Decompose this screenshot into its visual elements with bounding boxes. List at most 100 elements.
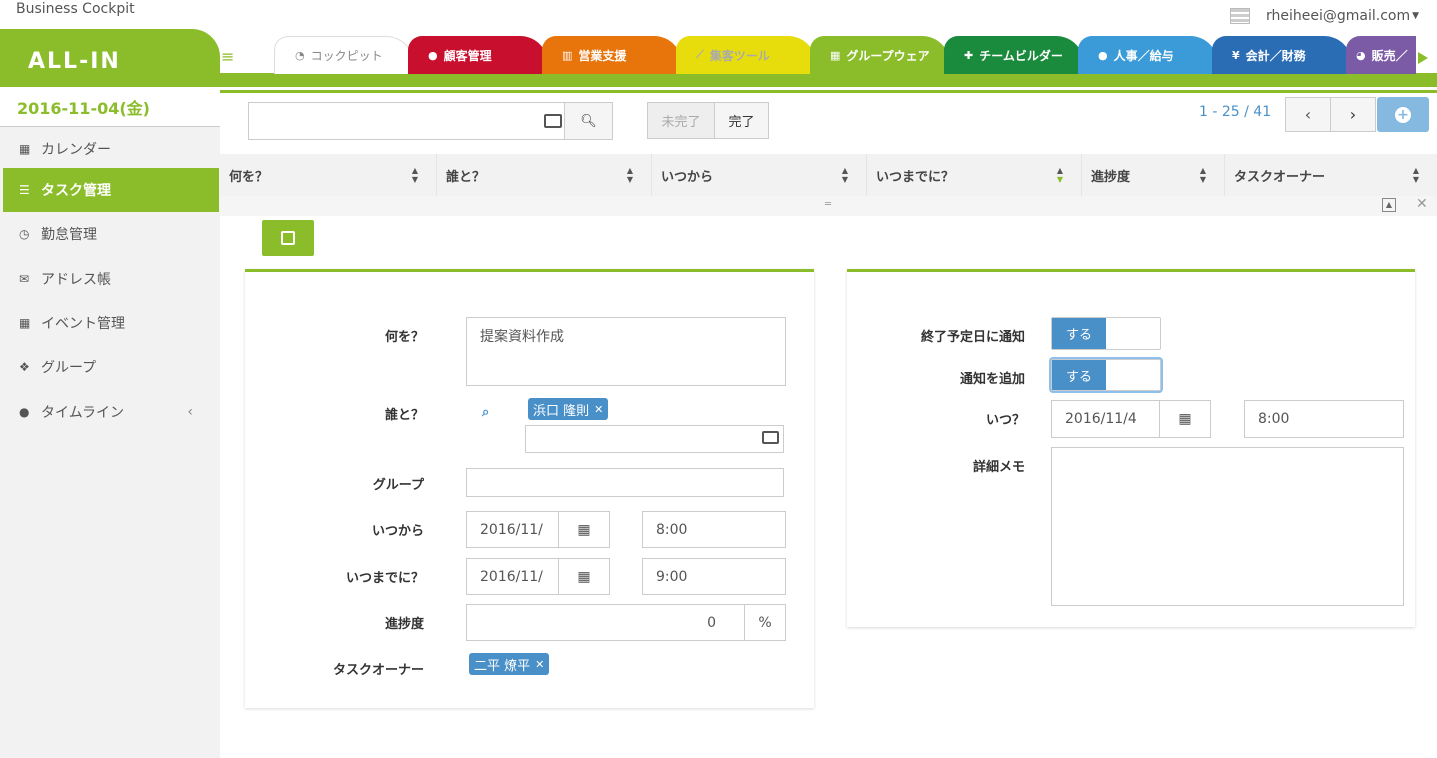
user-email: rheiheei@gmail.com xyxy=(1266,8,1411,24)
participant-tag[interactable]: 浜口 隆則 ✕ xyxy=(528,398,609,420)
filter-incomplete-button[interactable]: 未完了 xyxy=(647,102,715,139)
add-notify-label: 通知を追加 xyxy=(959,372,1025,387)
memo-label: 詳細メモ xyxy=(972,460,1025,475)
line-chart-icon: ⟋ xyxy=(696,48,704,61)
search-button[interactable]: 🔍︎ xyxy=(564,102,613,140)
filter-complete-button[interactable]: 完了 xyxy=(714,102,769,139)
tab-hr[interactable]: ● 人事／給与 xyxy=(1078,36,1218,74)
sort-icon[interactable]: ▲ ▼ xyxy=(1200,166,1206,184)
owner-tag[interactable]: 二平 燎平 ✕ xyxy=(469,653,550,675)
column-header[interactable]: いつから ▲ ▼ xyxy=(652,154,867,196)
search-input[interactable] xyxy=(248,102,565,140)
hamburger-icon[interactable]: ≡ xyxy=(221,47,234,66)
id-card-icon[interactable] xyxy=(762,431,779,444)
calendar-icon: ▦ xyxy=(19,142,31,156)
from-date-calendar-button[interactable]: ▦ xyxy=(558,511,610,548)
calendar-icon: ▦ xyxy=(577,521,591,538)
add-notify-toggle[interactable]: する xyxy=(1051,359,1161,391)
logo[interactable]: ALL-IN xyxy=(0,29,220,87)
pie-icon: ◕ xyxy=(1356,48,1366,62)
calendar-icon: ▦ xyxy=(19,316,31,330)
bar-chart-icon: ▥ xyxy=(562,48,573,62)
id-card-icon[interactable] xyxy=(544,114,562,128)
sidebar: ▦ カレンダー ☰ タスク管理 ◷ 勤怠管理 ✉ アドレス帳 ▦ イベント管理 ❖ グループ… xyxy=(0,127,220,758)
grid-header: 何を？ ▲ ▼ 誰と？ ▲ ▼ いつから ▲ ▼ いつまでに？ ▲ ▼ 進捗度 ▲ ▼ タスクオーナ… xyxy=(220,154,1437,196)
current-date: 2016-11-04(金) xyxy=(17,99,150,118)
search-icon: 🔍︎ xyxy=(580,113,597,129)
progress-label: 進捗度 xyxy=(384,617,424,632)
remove-icon[interactable]: ✕ xyxy=(594,403,603,416)
sidebar-item-addressbook[interactable]: ✉ アドレス帳 xyxy=(3,257,219,301)
memo-textarea[interactable] xyxy=(1051,447,1404,606)
group-input[interactable] xyxy=(466,468,784,497)
pager-info: 1 - 25 / 41 xyxy=(1199,104,1272,120)
sort-icon[interactable]: ▲ ▼ xyxy=(412,166,418,184)
tab-customer[interactable]: ● 顧客管理 xyxy=(408,36,548,74)
from-date-input[interactable]: 2016/11/ xyxy=(466,511,559,548)
grid-icon[interactable] xyxy=(1230,8,1250,24)
when-date-input[interactable]: 2016/11/4 xyxy=(1051,400,1160,438)
calendar-icon: ▦ xyxy=(577,568,591,585)
save-button[interactable] xyxy=(262,220,314,256)
clock-icon: ◷ xyxy=(19,227,30,241)
column-header[interactable]: 誰と？ ▲ ▼ xyxy=(437,154,652,196)
tab-sales[interactable]: ▥ 営業支援 xyxy=(542,36,682,74)
column-header[interactable]: タスクオーナー ▲ ▼ xyxy=(1225,154,1437,196)
prev-page-button[interactable]: ‹ xyxy=(1285,97,1331,132)
end-notify-toggle[interactable]: する xyxy=(1051,317,1161,350)
sidebar-item-timeline[interactable]: ● タイムライン ‹ xyxy=(3,390,219,434)
remove-icon[interactable]: ✕ xyxy=(535,658,544,671)
column-header[interactable]: いつまでに？ ▲ ▼ xyxy=(867,154,1082,196)
next-page-button[interactable]: › xyxy=(1330,97,1376,132)
gauge-icon: ◔ xyxy=(295,49,305,62)
comments-icon: ● xyxy=(19,405,30,419)
tab-bar xyxy=(220,73,1437,87)
sidebar-item-events[interactable]: ▦ イベント管理 xyxy=(3,301,219,345)
sort-icon[interactable]: ▲ ▼ xyxy=(1057,166,1063,184)
tab-cockpit[interactable]: ◔ コックピット xyxy=(274,36,414,74)
sidebar-item-group[interactable]: ❖ グループ xyxy=(3,345,219,389)
column-header[interactable]: 何を？ ▲ ▼ xyxy=(220,154,437,196)
when-time-input[interactable]: 8:00 xyxy=(1244,400,1404,438)
splitter[interactable]: ═ ▲ ✕ xyxy=(220,196,1437,216)
search-icon[interactable]: ⌕ xyxy=(482,405,489,420)
tab-marketing[interactable]: ⟋ 集客ツール xyxy=(676,36,816,74)
from-label: いつから xyxy=(371,524,424,539)
maximize-icon[interactable]: ▲ xyxy=(1382,198,1396,212)
when-date-calendar-button[interactable]: ▦ xyxy=(1159,400,1211,438)
what-textarea[interactable]: 提案資料作成 xyxy=(466,317,786,386)
until-date-input[interactable]: 2016/11/ xyxy=(466,558,559,595)
sort-icon[interactable]: ▲ ▼ xyxy=(842,166,848,184)
column-header[interactable]: 進捗度 ▲ ▼ xyxy=(1082,154,1225,196)
from-time-input[interactable]: 8:00 xyxy=(642,511,786,548)
sort-icon[interactable]: ▲ ▼ xyxy=(627,166,633,184)
tab-sales-mgmt[interactable]: ◕ 販売／ xyxy=(1346,36,1416,74)
until-date-calendar-button[interactable]: ▦ xyxy=(558,558,610,595)
cubes-icon: ❖ xyxy=(19,360,30,374)
drag-handle-icon[interactable]: ═ xyxy=(825,199,831,210)
users-icon: ● xyxy=(1098,48,1108,62)
sidebar-item-calendar[interactable]: ▦ カレンダー xyxy=(3,127,219,171)
divider xyxy=(220,90,1437,93)
tab-groupware[interactable]: ▦ グループウェア xyxy=(810,36,950,74)
until-time-input[interactable]: 9:00 xyxy=(642,558,786,595)
sort-icon[interactable]: ▲ ▼ xyxy=(1413,166,1419,184)
until-label: いつまでに？ xyxy=(345,571,424,586)
tasks-icon: ☰ xyxy=(19,183,30,197)
sidebar-item-tasks[interactable]: ☰ タスク管理 xyxy=(3,168,219,212)
add-task-button[interactable]: + xyxy=(1377,97,1429,132)
sidebar-item-attendance[interactable]: ◷ 勤怠管理 xyxy=(3,212,219,256)
progress-input[interactable]: 0 xyxy=(466,604,745,641)
close-icon[interactable]: ✕ xyxy=(1416,196,1428,212)
tab-accounting[interactable]: ¥ 会計／財務 xyxy=(1212,36,1352,74)
chevron-left-icon: ‹ xyxy=(187,404,193,420)
user-menu[interactable]: rheiheei@gmail.com ▼ xyxy=(1230,8,1419,24)
comments-icon: ● xyxy=(428,48,438,62)
app-title: Business Cockpit xyxy=(16,1,135,17)
plus-circle-icon: + xyxy=(1395,106,1411,123)
participant-input[interactable] xyxy=(525,425,784,453)
logo-text: ALL-IN xyxy=(28,49,121,74)
envelope-icon: ✉ xyxy=(19,272,30,286)
tab-teambuilder[interactable]: ✚ チームビルダー xyxy=(944,36,1084,74)
scroll-right-icon[interactable] xyxy=(1418,52,1428,64)
